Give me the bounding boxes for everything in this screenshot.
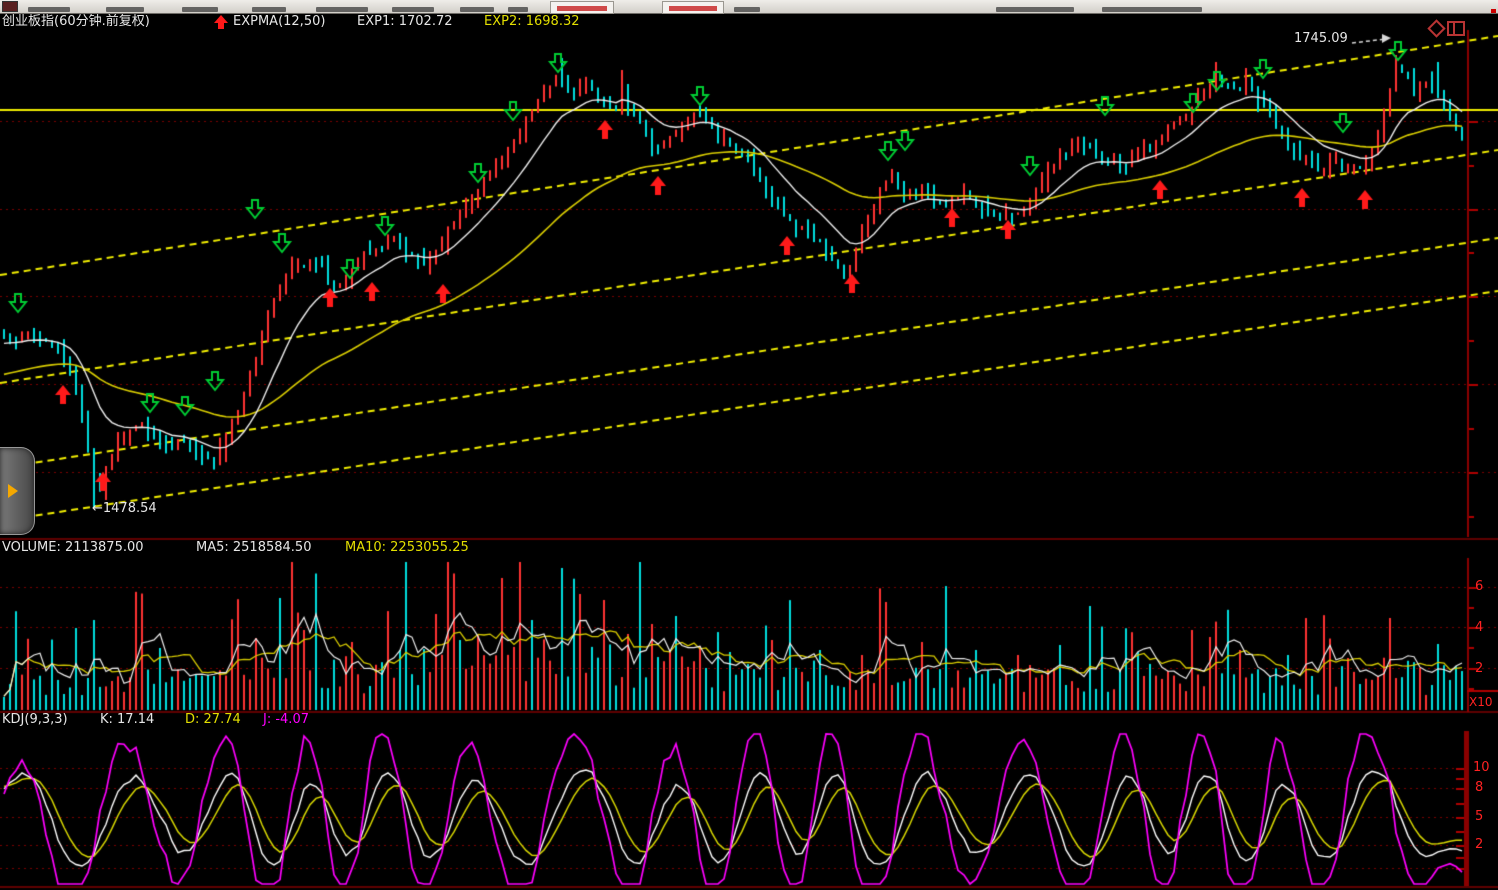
kdj-label: KDJ(9,3,3) bbox=[2, 712, 68, 727]
app-icon bbox=[2, 1, 18, 12]
volume-axis-label: 6 bbox=[1475, 579, 1483, 594]
menu-item[interactable] bbox=[508, 7, 528, 12]
menu-alert-dot bbox=[1491, 9, 1496, 13]
kdj-k-value: K: 17.14 bbox=[100, 712, 154, 727]
menu-item[interactable] bbox=[106, 7, 144, 12]
menu-red-button-1[interactable] bbox=[550, 1, 614, 14]
chart-canvas[interactable] bbox=[0, 0, 1498, 890]
high-price-annotation: 1745.09 bbox=[1294, 31, 1348, 46]
menu-item[interactable] bbox=[460, 7, 494, 12]
chart-title: 创业板指(60分钟.前复权) bbox=[2, 14, 150, 29]
menu-item[interactable] bbox=[996, 7, 1074, 12]
menu-item[interactable] bbox=[734, 7, 760, 12]
kdj-d-value: D: 27.74 bbox=[185, 712, 241, 727]
volume-ma5-label: MA5: 2518584.50 bbox=[196, 540, 311, 555]
up-arrow-icon bbox=[214, 15, 228, 29]
kdj-axis-label: 8 bbox=[1475, 780, 1483, 795]
expand-right-icon bbox=[8, 484, 18, 498]
exp1-value: EXP1: 1702.72 bbox=[357, 14, 453, 29]
kdj-axis-label: 10 bbox=[1473, 760, 1490, 775]
kdj-j-value: J: -4.07 bbox=[263, 712, 309, 727]
indicator-label: EXPMA(12,50) bbox=[233, 14, 325, 29]
menu-item[interactable] bbox=[182, 7, 218, 12]
volume-ma10-label: MA10: 2253055.25 bbox=[345, 540, 469, 555]
sidebar-slide-handle[interactable] bbox=[0, 447, 35, 535]
menu-item[interactable] bbox=[28, 7, 70, 12]
kdj-axis-label: 5 bbox=[1475, 809, 1483, 824]
volume-unit-label: X10 bbox=[1469, 695, 1493, 710]
menu-red-button-2[interactable] bbox=[662, 1, 724, 14]
volume-label: VOLUME: 2113875.00 bbox=[2, 540, 144, 555]
menu-item[interactable] bbox=[252, 7, 286, 12]
volume-axis-label: 2 bbox=[1475, 661, 1483, 676]
menu-item[interactable] bbox=[316, 7, 368, 12]
volume-axis-label: 4 bbox=[1475, 620, 1483, 635]
low-price-annotation: ←1478.54 bbox=[92, 501, 157, 516]
split-window-icon[interactable] bbox=[1447, 21, 1465, 36]
menu-bar[interactable] bbox=[0, 0, 1498, 14]
menu-item[interactable] bbox=[1102, 7, 1202, 12]
kdj-axis-label: 2 bbox=[1475, 837, 1483, 852]
exp2-value: EXP2: 1698.32 bbox=[484, 14, 580, 29]
menu-item[interactable] bbox=[392, 7, 434, 12]
trading-app-window: 创业板指(60分钟.前复权) EXPMA(12,50) EXP1: 1702.7… bbox=[0, 0, 1498, 890]
